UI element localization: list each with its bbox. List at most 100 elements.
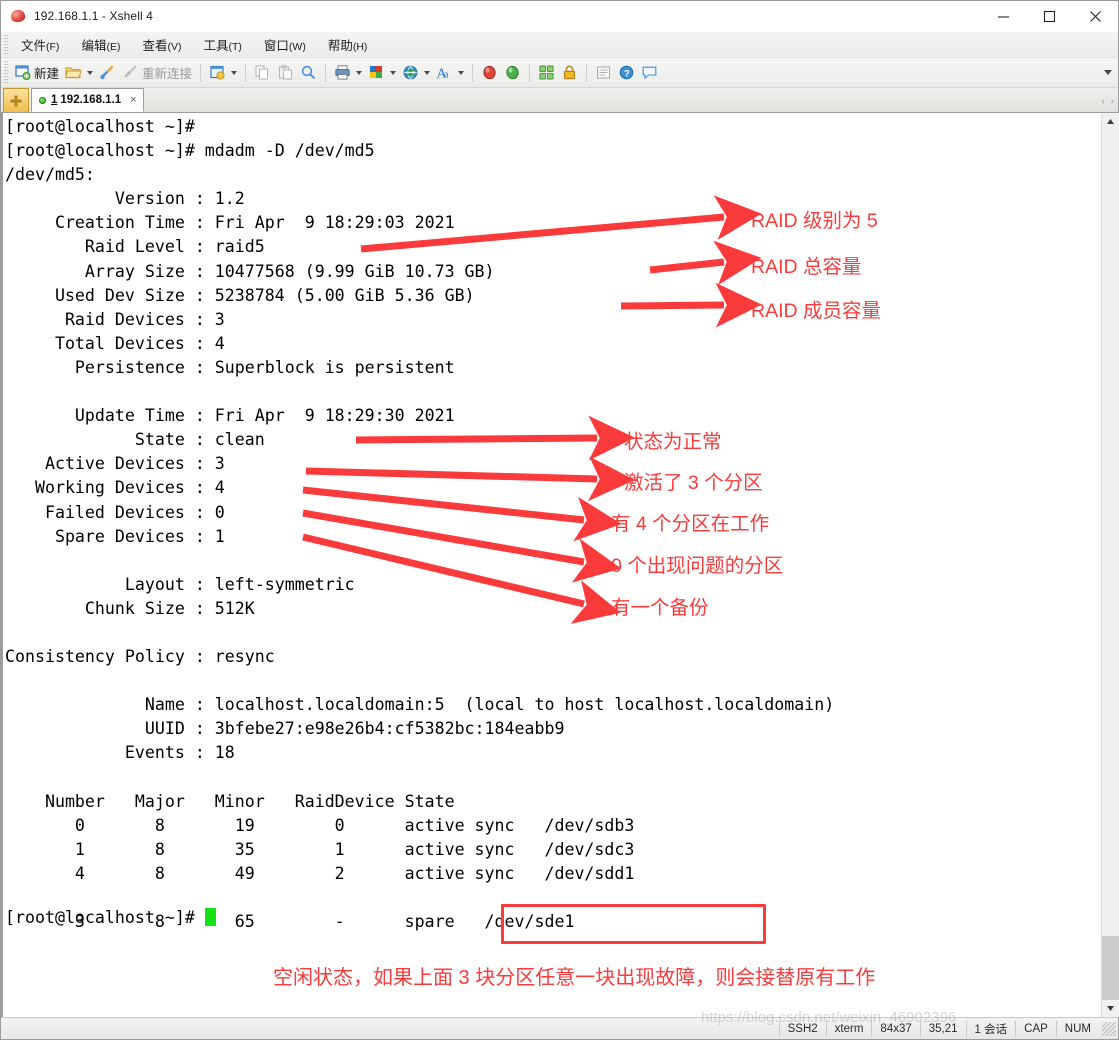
open-session-button[interactable] — [62, 61, 96, 85]
globe-icon — [402, 64, 419, 81]
menu-tools-mnemonic: (T) — [228, 40, 242, 53]
open-session-caret[interactable] — [87, 70, 94, 75]
tab-bar: 1 192.168.1.1 × ‹ › — [1, 88, 1118, 113]
color-scheme-button[interactable] — [365, 61, 399, 85]
menu-window[interactable]: 窗口(W) — [254, 33, 316, 57]
session-tab-1[interactable]: 1 192.168.1.1 × — [31, 88, 144, 112]
reconnect-label: 重新连接 — [142, 67, 193, 81]
menu-window-mnemonic: (W) — [288, 40, 306, 53]
color-scheme-caret[interactable] — [390, 70, 397, 75]
toolbar-gripper[interactable] — [4, 61, 8, 84]
session-tab-title: 192.168.1.1 — [60, 94, 122, 106]
menu-view-label: 查看 — [142, 38, 168, 53]
copy-button — [251, 61, 274, 85]
status-bar: SSH2 xterm 84x37 35,21 1 会话 CAP NUM — [1, 1017, 1118, 1039]
color-palette-icon — [368, 64, 385, 81]
toolbar-overflow-caret[interactable] — [1104, 70, 1112, 75]
session-manager-icon — [209, 64, 226, 81]
svg-text:a: a — [444, 70, 449, 81]
session-manager-caret[interactable] — [231, 70, 238, 75]
session-tab-number: 1 — [51, 94, 58, 106]
new-session-icon — [14, 64, 31, 81]
new-session-button[interactable]: 新建 — [11, 61, 62, 85]
close-tab-icon[interactable]: × — [130, 94, 136, 106]
toolbar-separator-5 — [529, 63, 531, 82]
svg-text:?: ? — [624, 69, 630, 80]
menu-help-mnemonic: (H) — [352, 40, 368, 53]
find-button[interactable] — [297, 61, 320, 85]
help-button[interactable]: ? — [615, 61, 638, 85]
toolbar-separator-4 — [472, 63, 474, 82]
menu-tools-label: 工具 — [203, 38, 229, 53]
scrollbar-track[interactable] — [1101, 130, 1119, 1000]
print-icon — [334, 64, 351, 81]
menu-file[interactable]: 文件(F) — [11, 33, 69, 57]
menu-view[interactable]: 查看(V) — [132, 33, 191, 57]
tab-scroll-right-icon[interactable]: › — [1111, 96, 1114, 107]
new-tab-button[interactable] — [3, 88, 29, 112]
scroll-up-button[interactable] — [1101, 113, 1119, 130]
xftp-button[interactable] — [501, 61, 524, 85]
menu-edit-mnemonic: (E) — [106, 40, 121, 53]
status-num-lock: NUM — [1055, 1020, 1099, 1037]
menu-view-mnemonic: (V) — [167, 40, 182, 53]
maximize-button[interactable] — [1026, 1, 1072, 32]
menu-help[interactable]: 帮助(H) — [318, 33, 378, 57]
menu-bar: 文件(F) 编辑(E) 查看(V) 工具(T) 窗口(W) 帮助(H) — [1, 32, 1118, 58]
new-session-label: 新建 — [34, 67, 60, 81]
menu-help-label: 帮助 — [327, 38, 353, 53]
globe-button[interactable] — [399, 61, 433, 85]
lock-button[interactable] — [558, 61, 581, 85]
status-size: 84x37 — [871, 1020, 919, 1037]
menu-edit[interactable]: 编辑(E) — [71, 33, 130, 57]
title-bar: 192.168.1.1 - Xshell 4 — [1, 1, 1118, 32]
menu-window-label: 窗口 — [263, 38, 289, 53]
chat-button[interactable] — [638, 61, 661, 85]
connected-status-icon — [39, 96, 46, 104]
globe-caret[interactable] — [424, 70, 431, 75]
scroll-down-button[interactable] — [1101, 1000, 1119, 1017]
status-caps-lock: CAP — [1015, 1020, 1056, 1037]
print-button[interactable] — [331, 61, 365, 85]
status-terminal-type: xterm — [825, 1020, 872, 1037]
resize-grip[interactable] — [1102, 1021, 1116, 1036]
terminal-area: [root@localhost ~]# [root@localhost ~]# … — [1, 113, 1119, 1017]
layout-icon — [538, 64, 555, 81]
menu-gripper[interactable] — [4, 35, 8, 54]
scrollbar-thumb[interactable] — [1101, 936, 1119, 1000]
connect-button[interactable] — [96, 61, 119, 85]
menu-tools[interactable]: 工具(T) — [193, 33, 251, 57]
font-button[interactable]: A a — [433, 61, 467, 85]
compose-icon — [595, 64, 612, 81]
reconnect-icon — [122, 64, 139, 81]
status-session-count: 1 会话 — [965, 1020, 1016, 1037]
menu-file-label: 文件 — [21, 38, 47, 53]
font-caret[interactable] — [458, 70, 465, 75]
block-cursor — [204, 908, 216, 926]
xshell-window: 192.168.1.1 - Xshell 4 文件(F) 编辑(E) 查看(V)… — [0, 0, 1119, 1040]
window-title: 192.168.1.1 - Xshell 4 — [34, 9, 153, 23]
close-button[interactable] — [1072, 1, 1118, 32]
tab-scroll-left-icon[interactable]: ‹ — [1101, 96, 1104, 107]
terminal-screen[interactable]: [root@localhost ~]# [root@localhost ~]# … — [1, 113, 1101, 1017]
print-caret[interactable] — [356, 70, 363, 75]
xshell-button[interactable] — [478, 61, 501, 85]
terminal-prompt: [root@localhost ~]# — [5, 908, 205, 927]
session-manager-button[interactable] — [206, 61, 240, 85]
toolbar-separator-1 — [200, 63, 202, 82]
xshell-icon — [481, 64, 498, 81]
terminal-scrollbar[interactable] — [1101, 113, 1119, 1017]
paste-button — [274, 61, 297, 85]
toolbar-separator-2 — [245, 63, 247, 82]
compose-button — [592, 61, 615, 85]
copy-icon — [254, 64, 271, 81]
menu-file-mnemonic: (F) — [46, 40, 60, 53]
terminal-prompt-line: [root@localhost ~]# — [5, 906, 216, 930]
reconnect-button: 重新连接 — [119, 61, 195, 85]
lock-icon — [561, 64, 578, 81]
status-cursor-position: 35,21 — [919, 1020, 966, 1037]
menu-edit-label: 编辑 — [81, 38, 107, 53]
layout-button[interactable] — [535, 61, 558, 85]
open-folder-icon — [65, 64, 82, 81]
minimize-button[interactable] — [980, 1, 1026, 32]
